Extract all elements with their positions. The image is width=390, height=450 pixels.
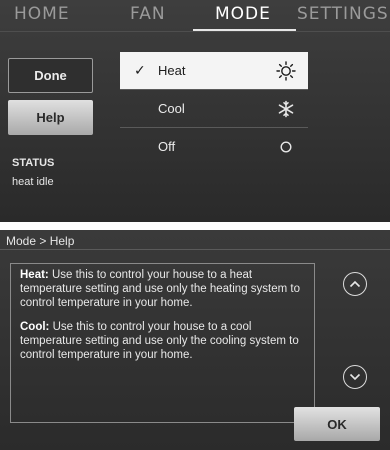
breadcrumb: Mode > Help	[6, 234, 75, 248]
header-divider	[0, 249, 390, 250]
circle-icon	[275, 136, 297, 158]
help-cool-title: Cool:	[20, 321, 50, 333]
mode-option-label: Cool	[158, 101, 185, 116]
snowflake-icon	[275, 98, 297, 120]
status-label: STATUS	[12, 157, 55, 169]
scroll-up-button[interactable]	[343, 272, 367, 296]
tab-settings[interactable]: SETTINGS	[297, 4, 389, 30]
tab-home[interactable]: HOME	[14, 4, 70, 30]
tab-divider	[0, 31, 390, 32]
help-heat-text: Use this to control your house to a heat…	[20, 269, 300, 309]
mode-option-label: Heat	[158, 63, 186, 78]
help-paragraph-heat: Heat: Use this to control your house to …	[20, 268, 305, 310]
help-text-panel: Heat: Use this to control your house to …	[10, 263, 315, 423]
help-paragraph-cool: Cool: Use this to control your house to …	[20, 320, 305, 362]
tab-mode[interactable]: MODE	[215, 4, 271, 30]
help-button[interactable]: Help	[8, 100, 93, 135]
mode-option-off[interactable]: Off	[120, 128, 308, 165]
help-cool-text: Use this to control your house to a cool…	[20, 321, 299, 361]
chevron-up-icon	[349, 280, 361, 288]
mode-screen: HOME FAN MODE SETTINGS Done Help STATUS …	[0, 0, 390, 222]
mode-option-label: Off	[158, 139, 176, 154]
checkmark-icon: ✓	[134, 62, 146, 78]
help-screen: Mode > Help Heat: Use this to control yo…	[0, 230, 390, 450]
scroll-down-button[interactable]	[343, 365, 367, 389]
done-button[interactable]: Done	[8, 58, 93, 93]
chevron-down-icon	[349, 373, 361, 381]
status-value: heat idle	[12, 176, 54, 188]
sun-icon	[275, 60, 297, 82]
tab-bar: HOME FAN MODE SETTINGS	[0, 0, 390, 32]
ok-button[interactable]: OK	[294, 407, 380, 441]
tab-fan[interactable]: FAN	[130, 4, 166, 30]
mode-option-heat[interactable]: ✓ Heat	[120, 52, 308, 89]
mode-option-cool[interactable]: Cool	[120, 90, 308, 127]
help-heat-title: Heat:	[20, 269, 49, 281]
